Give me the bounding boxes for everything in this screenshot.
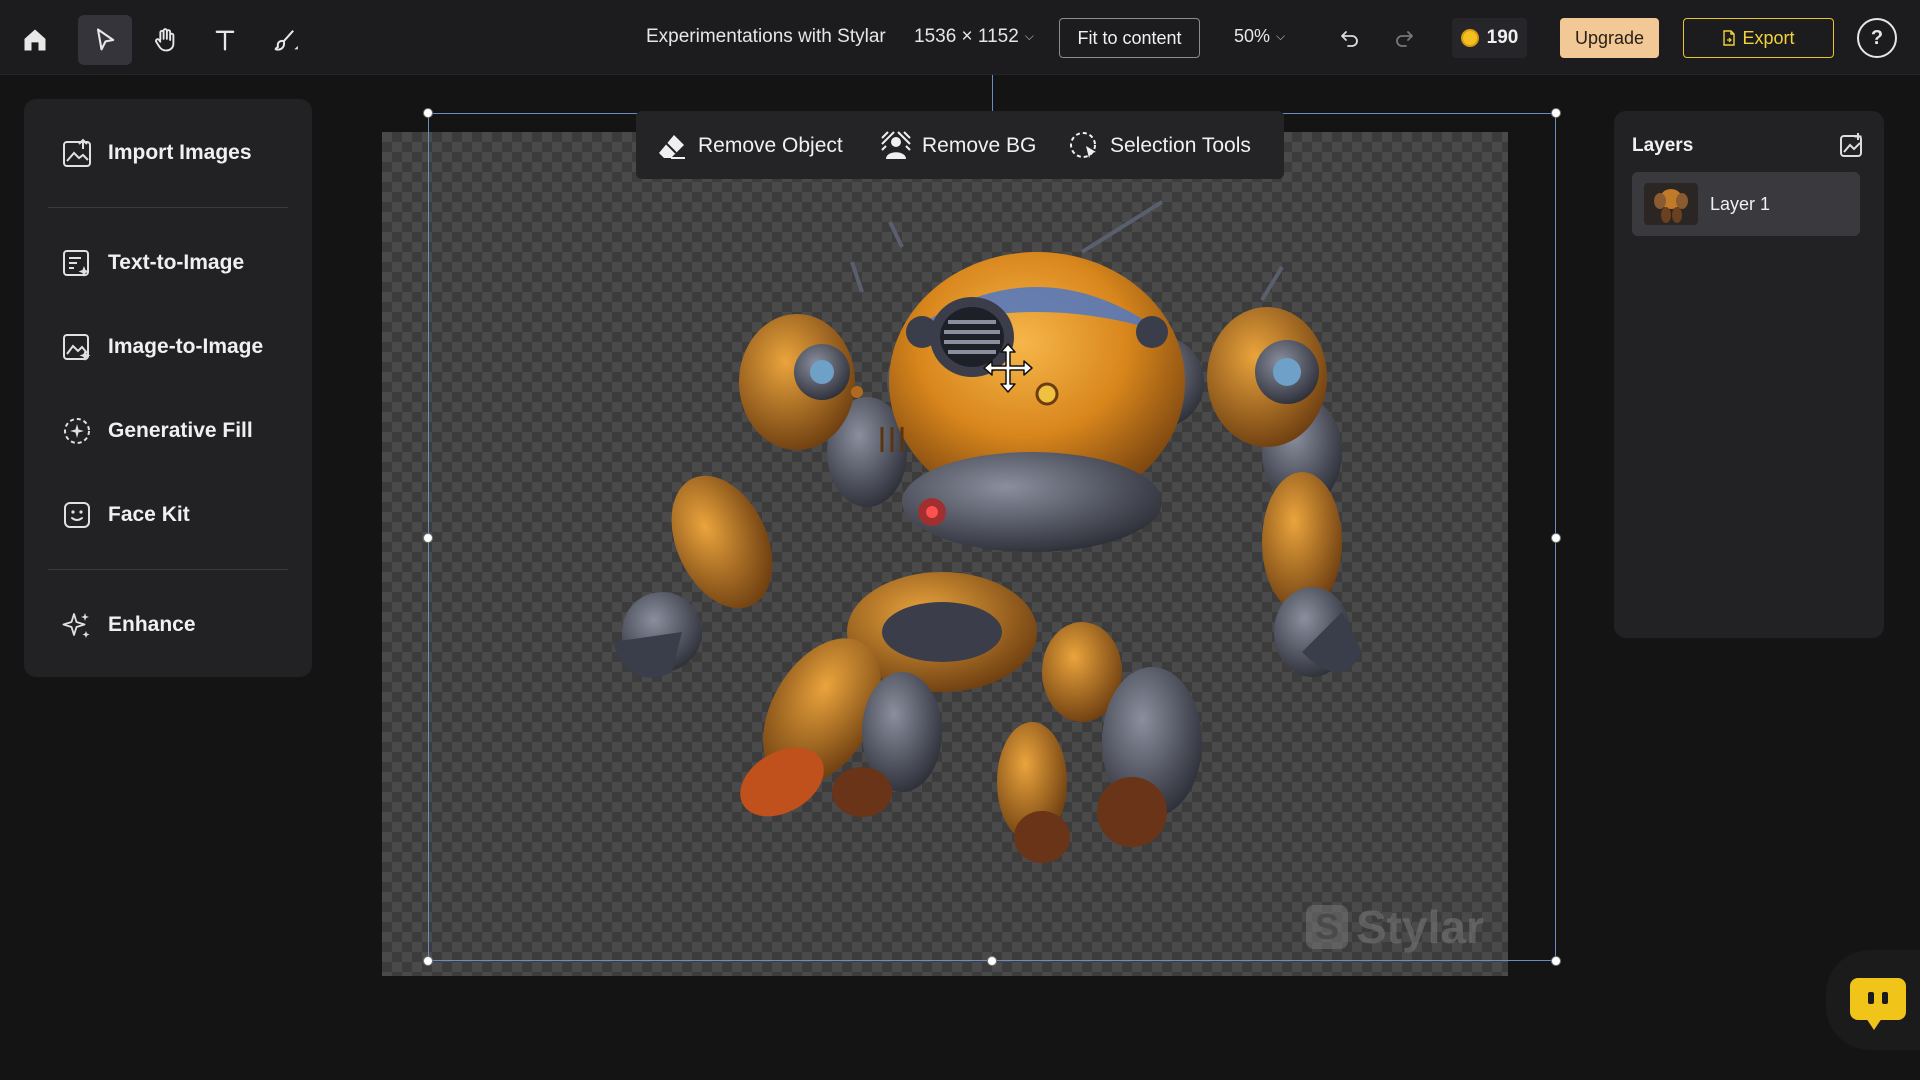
import-images-button[interactable]: Import Images: [60, 131, 252, 175]
top-toolbar: Experimentations with Stylar 1536 × 1152…: [0, 0, 1920, 75]
generative-fill-label: Generative Fill: [108, 419, 253, 442]
move-cursor-icon: [983, 343, 1033, 393]
rotation-handle-line: [992, 75, 993, 113]
remove-bg-button[interactable]: Remove BG: [880, 128, 1036, 164]
canvas-size-value: 1536 × 1152: [914, 26, 1019, 47]
export-button[interactable]: Export: [1683, 18, 1834, 58]
layers-panel: Layers Layer 1: [1614, 111, 1884, 638]
enhance-label: Enhance: [108, 613, 196, 636]
text-to-image-button[interactable]: Text-to-Image: [60, 241, 244, 285]
hand-icon[interactable]: [138, 15, 192, 65]
credits-badge[interactable]: 190: [1452, 18, 1527, 58]
tools-panel: Import Images Text-to-Image Image-to-Ima…: [24, 99, 312, 677]
chevron-down-icon: ⌵: [1276, 29, 1286, 43]
robot-image[interactable]: [382, 132, 1508, 976]
face-kit-label: Face Kit: [108, 503, 190, 526]
upgrade-button[interactable]: Upgrade: [1560, 18, 1659, 58]
face-icon: [60, 498, 94, 532]
eraser-icon: [659, 135, 685, 159]
generative-fill-icon: [60, 414, 94, 448]
resize-handle-top-left[interactable]: [423, 108, 433, 118]
remove-bg-icon: [881, 131, 911, 159]
image-to-image-label: Image-to-Image: [108, 335, 264, 358]
layer-item[interactable]: Layer 1: [1632, 172, 1860, 236]
stylar-watermark: S Stylar: [1306, 900, 1484, 954]
chevron-down-icon: ⌵: [1024, 29, 1034, 43]
redo-icon[interactable]: [1388, 22, 1420, 54]
coin-icon: [1460, 29, 1479, 47]
stylar-logo-icon: S: [1306, 905, 1348, 949]
remove-bg-label: Remove BG: [922, 134, 1037, 157]
remove-object-label: Remove Object: [698, 134, 843, 157]
text-to-image-icon: [60, 246, 94, 280]
help-button[interactable]: ?: [1857, 18, 1897, 58]
remove-object-button[interactable]: Remove Object: [656, 128, 843, 164]
canvas-size-dropdown[interactable]: 1536 × 1152 ⌵: [914, 26, 1034, 48]
enhance-button[interactable]: Enhance: [60, 603, 196, 647]
sparkle-icon: [60, 608, 94, 642]
text-icon[interactable]: [198, 15, 252, 65]
document-title[interactable]: Experimentations with Stylar: [646, 26, 886, 48]
import-images-label: Import Images: [108, 141, 252, 164]
text-to-image-label: Text-to-Image: [108, 251, 245, 274]
add-layer-icon[interactable]: [1838, 131, 1866, 159]
lasso-select-icon: [1070, 132, 1096, 158]
export-label: Export: [1742, 27, 1795, 48]
face-kit-button[interactable]: Face Kit: [60, 493, 190, 537]
divider: [48, 207, 288, 208]
undo-icon[interactable]: [1334, 22, 1366, 54]
brush-icon[interactable]: [258, 15, 312, 65]
resize-handle-top-right[interactable]: [1551, 108, 1561, 118]
image-to-image-button[interactable]: Image-to-Image: [60, 325, 263, 369]
layer-name: Layer 1: [1710, 193, 1771, 214]
watermark-text: Stylar: [1356, 901, 1484, 953]
fit-to-content-button[interactable]: Fit to content: [1059, 18, 1200, 58]
image-actions-toolbar: Remove Object Remove BG Selection Tools: [636, 111, 1284, 179]
home-icon[interactable]: [8, 15, 62, 65]
file-export-icon: [1723, 30, 1736, 46]
divider: [48, 569, 288, 570]
image-to-image-icon: [60, 330, 94, 364]
resize-handle-right[interactable]: [1551, 533, 1561, 543]
layers-title: Layers: [1632, 135, 1694, 156]
canvas[interactable]: S Stylar: [382, 132, 1508, 976]
generative-fill-button[interactable]: Generative Fill: [60, 409, 253, 453]
resize-handle-bottom-right[interactable]: [1551, 956, 1561, 966]
layer-thumbnail: [1644, 183, 1698, 225]
selection-tools-label: Selection Tools: [1110, 134, 1251, 157]
pointer-icon[interactable]: [78, 15, 132, 65]
import-image-icon: [60, 136, 94, 170]
zoom-value: 50%: [1234, 26, 1271, 46]
chat-icon[interactable]: [1850, 978, 1906, 1030]
zoom-dropdown[interactable]: 50% ⌵: [1234, 26, 1285, 47]
credits-count: 190: [1486, 27, 1519, 48]
selection-tools-button[interactable]: Selection Tools: [1068, 128, 1251, 164]
